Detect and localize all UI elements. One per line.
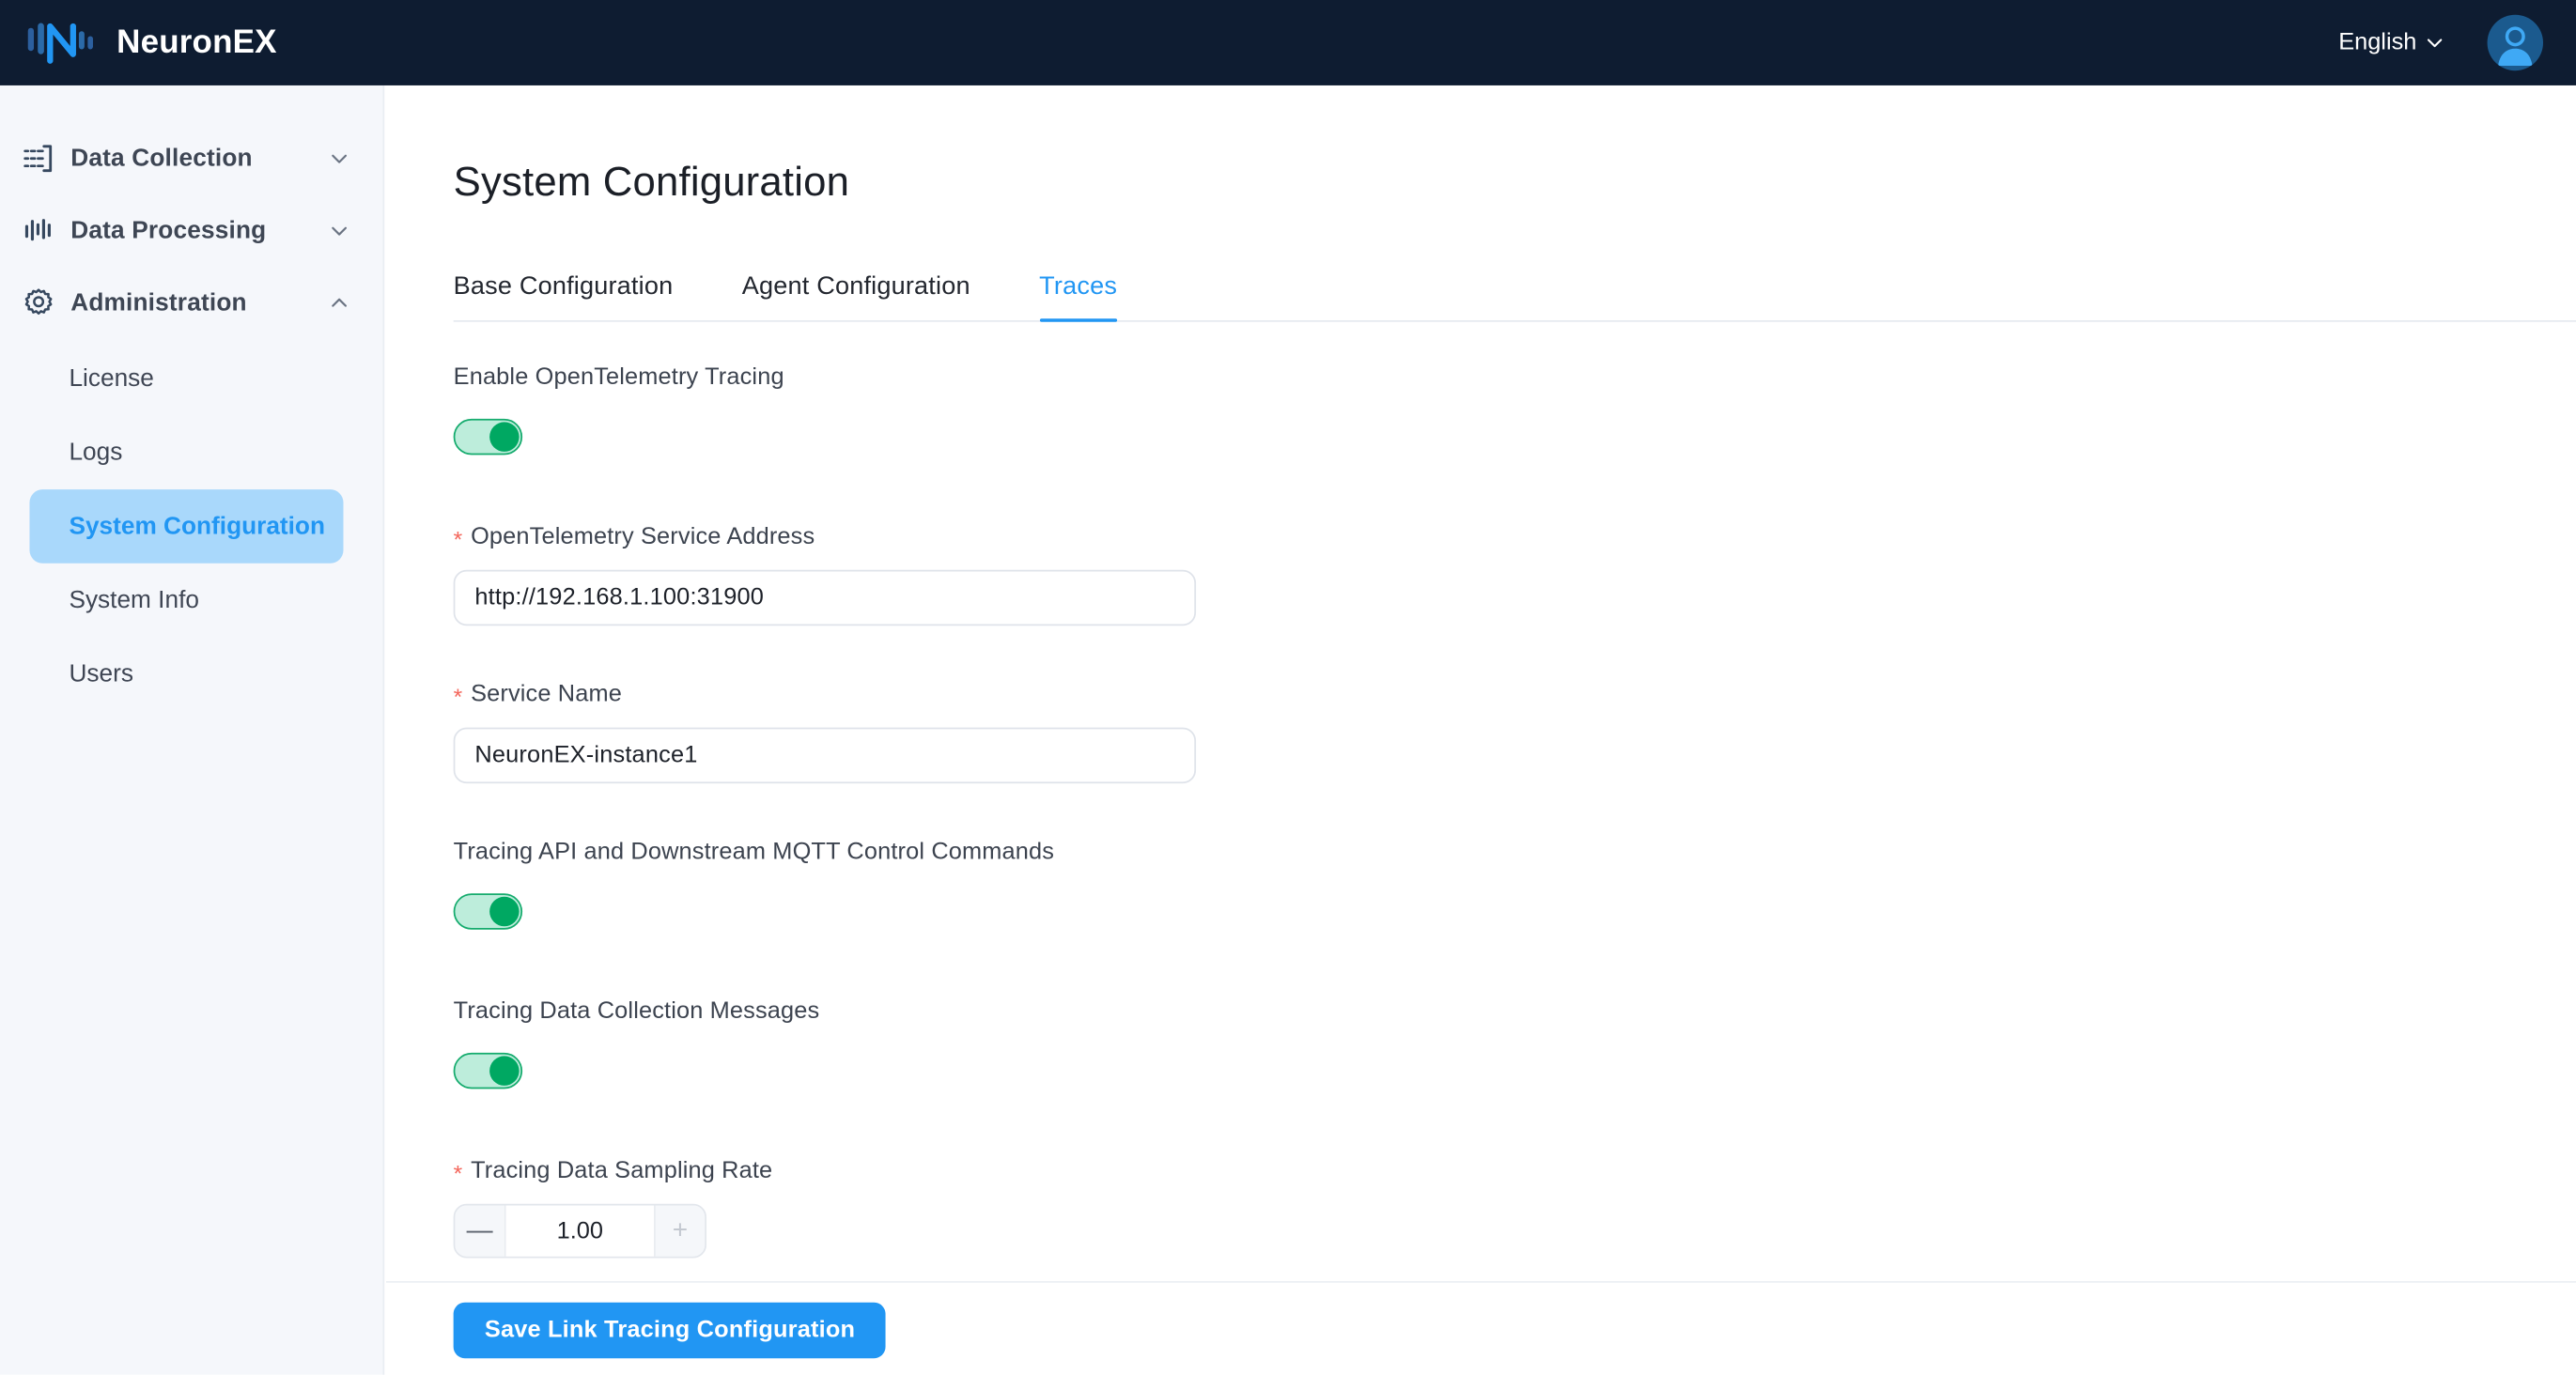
sidebar-item-label: License (69, 364, 154, 393)
field-tracing-api-mqtt: Tracing API and Downstream MQTT Control … (453, 840, 2576, 930)
user-avatar-icon (2498, 26, 2533, 66)
required-asterisk: * (453, 683, 463, 710)
form-footer: Save Link Tracing Configuration (385, 1281, 2576, 1375)
neuronex-logo-icon (27, 23, 93, 64)
language-selector[interactable]: English (2338, 29, 2444, 55)
sidebar-group-label: Administration (70, 287, 247, 317)
sidebar-item-system-configuration[interactable]: System Configuration (29, 489, 344, 564)
save-link-tracing-configuration-button[interactable]: Save Link Tracing Configuration (453, 1302, 887, 1359)
sidebar-item-license[interactable]: License (29, 342, 343, 416)
language-label: English (2338, 29, 2417, 56)
required-asterisk: * (453, 1159, 463, 1186)
sidebar: Data Collection Data Processing Administ… (0, 85, 385, 1375)
data-processing-icon (24, 218, 51, 240)
stepper-decrement-button[interactable]: — (455, 1205, 506, 1257)
field-label: Tracing API and Downstream MQTT Control … (454, 840, 2576, 866)
tracing-data-collection-toggle[interactable] (453, 1052, 523, 1089)
sidebar-item-label: System Configuration (69, 512, 326, 541)
brand-name: NeuronEX (116, 23, 277, 60)
chevron-down-icon (332, 153, 348, 162)
tab-traces[interactable]: Traces (1039, 272, 1118, 322)
traces-form: Enable OpenTelemetry Tracing * OpenTelem… (453, 322, 2576, 1259)
sampling-rate-label: Tracing Data Sampling Rate (471, 1157, 773, 1184)
sidebar-item-label: Users (69, 659, 133, 688)
app-root: NeuronEX English Data Collection Data Pr… (0, 0, 2576, 1375)
service-address-input[interactable]: http://192.168.1.100:31900 (453, 569, 1197, 626)
field-label: Enable OpenTelemetry Tracing (454, 364, 2576, 391)
tracing-api-mqtt-toggle[interactable] (453, 893, 523, 930)
tracing-data-collection-label: Tracing Data Collection Messages (453, 998, 820, 1026)
sidebar-group-label: Data Collection (70, 144, 253, 172)
sidebar-group-data-processing[interactable]: Data Processing (0, 193, 382, 266)
top-bar: NeuronEX English (0, 0, 2576, 85)
tab-bar: Base Configuration Agent Configuration T… (453, 259, 2576, 322)
toggle-knob (489, 422, 520, 452)
data-collection-icon (23, 144, 53, 172)
service-name-label: Service Name (471, 681, 622, 708)
chevron-up-icon (332, 297, 348, 306)
sidebar-group-data-collection[interactable]: Data Collection (0, 121, 382, 193)
stepper-increment-button[interactable]: + (653, 1205, 706, 1257)
brand-logo[interactable]: NeuronEX (26, 18, 277, 67)
sidebar-group-administration[interactable]: Administration (0, 266, 382, 338)
sidebar-item-system-info[interactable]: System Info (29, 564, 343, 638)
enable-tracing-toggle[interactable] (453, 418, 523, 456)
toggle-knob (489, 896, 520, 927)
field-label: * Tracing Data Sampling Rate (454, 1158, 2576, 1184)
field-sampling-rate: * Tracing Data Sampling Rate — 1.00 + (453, 1158, 2576, 1259)
gear-icon (24, 287, 53, 315)
field-enable-tracing: Enable OpenTelemetry Tracing (453, 364, 2576, 456)
enable-tracing-label: Enable OpenTelemetry Tracing (453, 364, 784, 392)
sampling-rate-value[interactable]: 1.00 (505, 1205, 654, 1257)
chevron-down-icon (2427, 39, 2443, 48)
sidebar-group-label: Data Processing (70, 215, 267, 244)
sampling-rate-stepper: — 1.00 + (453, 1203, 706, 1259)
sidebar-item-logs[interactable]: Logs (29, 415, 343, 489)
sidebar-item-users[interactable]: Users (29, 638, 343, 712)
toggle-knob (489, 1056, 520, 1086)
service-address-label: OpenTelemetry Service Address (471, 523, 815, 550)
service-name-input[interactable]: NeuronEX-instance1 (453, 727, 1197, 784)
field-label: * OpenTelemetry Service Address (454, 524, 2576, 550)
sidebar-item-label: System Info (69, 586, 199, 615)
field-label: Tracing Data Collection Messages (454, 998, 2576, 1025)
required-asterisk: * (453, 525, 463, 552)
chevron-down-icon (332, 225, 348, 235)
main-content: System Configuration Base Configuration … (385, 85, 2576, 1375)
field-service-name: * Service Name NeuronEX-instance1 (453, 682, 2576, 784)
field-tracing-data-collection: Tracing Data Collection Messages (453, 998, 2576, 1089)
avatar[interactable] (2487, 14, 2544, 71)
top-bar-right: English (2338, 14, 2544, 71)
sidebar-item-label: Logs (69, 438, 123, 467)
page-title: System Configuration (453, 159, 850, 206)
field-label: * Service Name (454, 682, 2576, 708)
tab-agent-configuration[interactable]: Agent Configuration (742, 272, 970, 320)
tracing-api-mqtt-label: Tracing API and Downstream MQTT Control … (453, 839, 1055, 866)
tab-base-configuration[interactable]: Base Configuration (454, 272, 674, 320)
field-service-address: * OpenTelemetry Service Address http://1… (453, 524, 2576, 626)
